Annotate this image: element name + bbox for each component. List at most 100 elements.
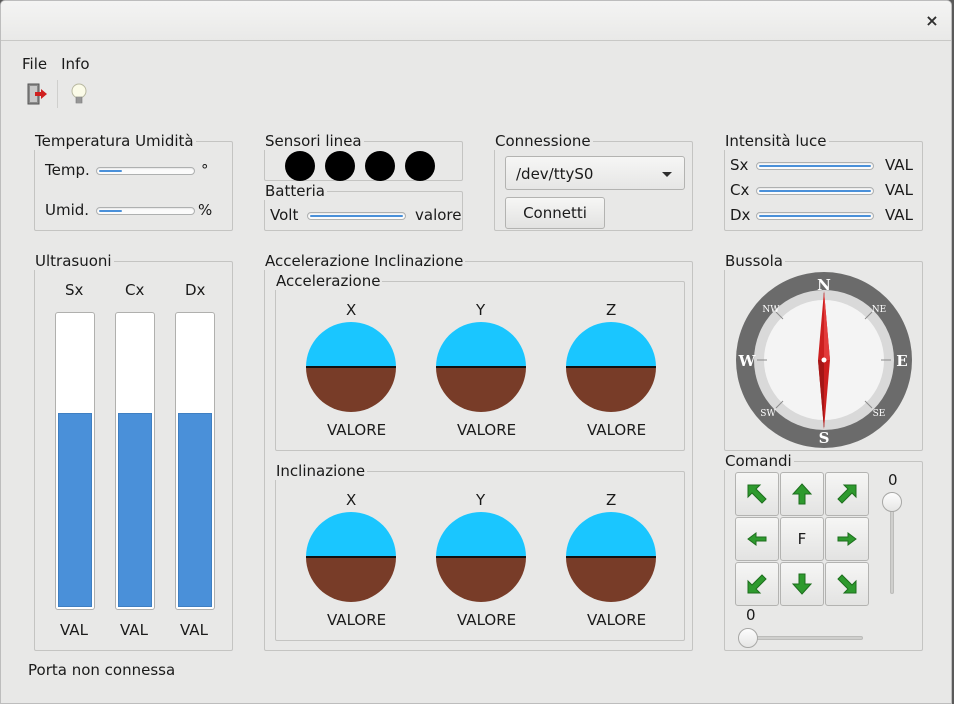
light-cx-label: Cx [730,181,750,199]
line-sensor-dot [405,151,435,181]
move-right-button[interactable] [825,517,869,561]
compass-w-label: W [738,352,757,370]
arrow-down-right-icon [837,574,857,594]
accel-z-value: VALORE [587,421,647,439]
light-sx-label: Sx [730,156,749,174]
v-slider-value: 0 [888,471,898,489]
ultrasonic-cx-fill [118,412,152,607]
light-cx-bar [756,187,874,195]
ultrasonic-dx-label: Dx [185,281,206,299]
temp-bar [96,167,195,175]
status-text: Porta non connessa [28,661,176,679]
move-left-button[interactable] [735,517,779,561]
line-sensor-dot [325,151,355,181]
accel-z-gauge [566,322,656,412]
light-dx-bar-fill [759,215,871,217]
arrow-down-icon [791,573,813,595]
batteria-group: Batteria Volt valore [263,182,463,231]
battery-label: Volt [270,206,299,224]
close-button[interactable]: × [923,12,941,30]
comandi-group: Comandi F 0 0 [723,452,923,651]
light-dx-value: VAL [885,206,913,224]
title-bar: × [1,1,951,41]
battery-bar [307,212,406,220]
v-slider-handle[interactable] [882,492,902,512]
h-slider-value: 0 [746,606,756,624]
compass-n-label: N [817,276,831,294]
menu-info[interactable]: Info [54,53,96,75]
compass-sw-label: SW [760,409,776,419]
stop-button[interactable]: F [780,517,824,561]
move-forward-left-button[interactable] [735,472,779,516]
move-back-left-button[interactable] [735,562,779,606]
temp-bar-fill [99,170,123,172]
battery-value: valore [415,206,462,224]
light-cx-value: VAL [885,181,913,199]
accel-incl-group: Accelerazione Inclinazione Accelerazione… [263,252,693,651]
intensita-luce-title: Intensità luce [723,132,829,150]
ultrasuoni-group: Ultrasuoni Sx Cx Dx VAL VAL VAL [33,252,233,651]
light-sx-value: VAL [885,156,913,174]
arrow-down-left-icon [747,574,767,594]
temp-label: Temp. [45,161,90,179]
compass-e-label: E [896,352,907,370]
accel-y-gauge [436,322,526,412]
arrow-up-icon [791,483,813,505]
ultrasonic-cx-bar [115,312,155,610]
accel-x-label: X [346,301,357,319]
temp-umid-group: Temperatura Umidità Temp. ° Umid. % [33,132,233,231]
toolbar-separator [57,80,58,108]
bussola-title: Bussola [723,252,785,270]
compass-ne-label: NE [872,305,886,315]
port-select-value: /dev/ttyS0 [516,165,594,183]
menu-file[interactable]: File [15,53,54,75]
accel-x-gauge [306,322,396,412]
inclinazione-group: Inclinazione X Y Z VALORE VALORE VALORE [274,462,685,641]
incl-x-value: VALORE [327,611,387,629]
ultrasonic-dx-value: VAL [180,621,208,639]
umid-bar [96,207,195,215]
ultrasonic-cx-value: VAL [120,621,148,639]
menu-bar: File Info [15,53,97,75]
umid-label: Umid. [45,201,90,219]
incl-z-gauge [566,512,656,602]
info-button[interactable] [62,78,96,110]
exit-button[interactable] [19,78,53,110]
ultrasonic-sx-label: Sx [65,281,84,299]
chevron-down-icon [662,172,672,177]
arrow-left-icon [747,532,767,546]
compass-s-label: S [819,429,830,447]
h-slider-handle[interactable] [738,628,758,648]
incl-x-gauge [306,512,396,602]
lightbulb-icon [71,83,87,104]
move-forward-right-button[interactable] [825,472,869,516]
batteria-title: Batteria [263,182,327,200]
main-window: × File Info Temperatura Umidità Temp. ° … [0,0,952,704]
move-back-right-button[interactable] [825,562,869,606]
temp-umid-title: Temperatura Umidità [33,132,196,150]
accelerazione-group: Accelerazione X Y Z VALORE VALORE VALORE [274,272,685,451]
connect-button[interactable]: Connetti [505,197,605,229]
move-back-button[interactable] [780,562,824,606]
ultrasonic-dx-fill [178,412,212,607]
umid-unit: % [198,201,213,219]
compass-nw-label: NW [762,305,780,315]
accel-y-label: Y [476,301,486,319]
h-slider[interactable] [741,636,863,640]
line-sensor-dot [285,151,315,181]
sensori-linea-title: Sensori linea [263,132,364,150]
ultrasonic-sx-value: VAL [60,621,88,639]
ultrasonic-cx-label: Cx [125,281,145,299]
incl-y-label: Y [476,491,486,509]
move-forward-button[interactable] [780,472,824,516]
line-sensor-dot [365,151,395,181]
connessione-title: Connessione [493,132,593,150]
light-sx-bar [756,162,874,170]
comandi-title: Comandi [723,452,794,470]
incl-y-value: VALORE [457,611,517,629]
light-cx-bar-fill [759,190,871,192]
ultrasuoni-title: Ultrasuoni [33,252,114,270]
port-select[interactable]: /dev/ttyS0 [505,156,685,190]
connessione-group: Connessione /dev/ttyS0 Connetti [493,132,693,231]
temp-unit: ° [201,161,209,179]
